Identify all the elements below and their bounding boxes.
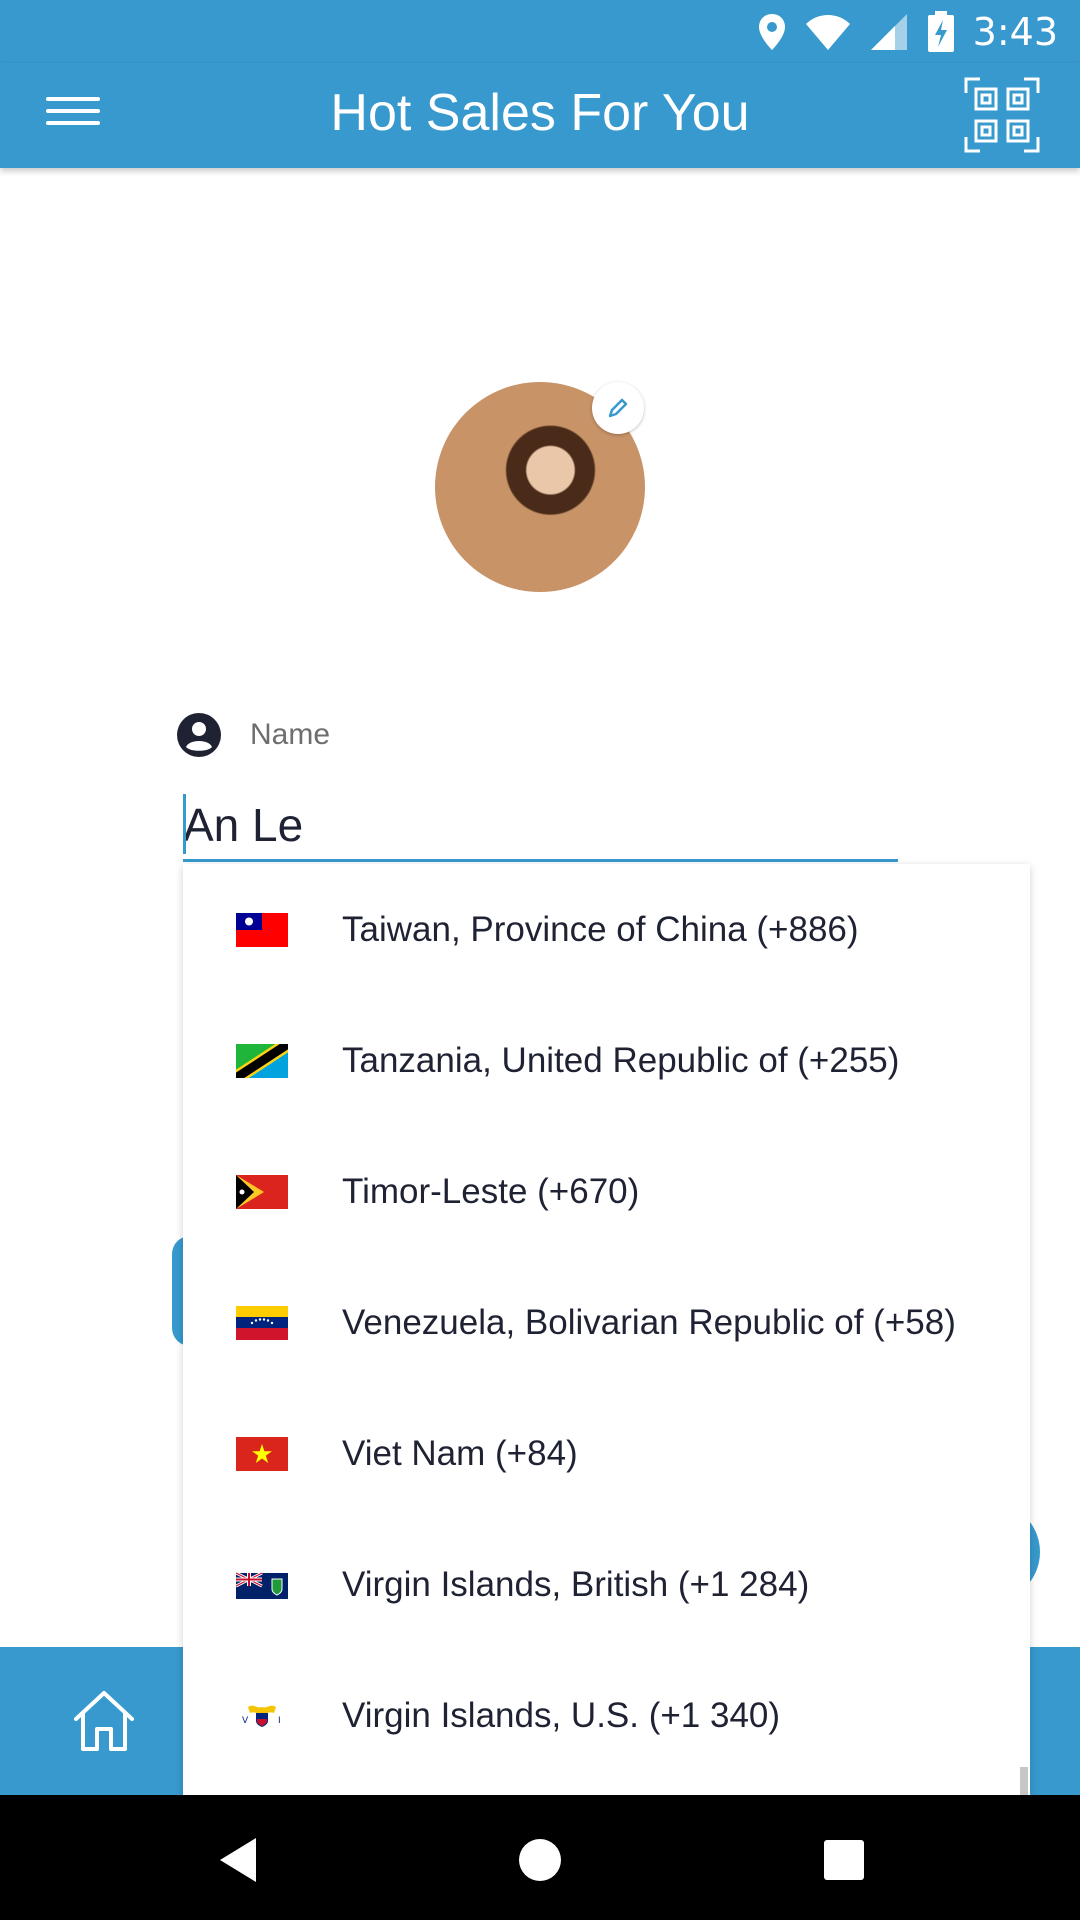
country-label: Tanzania, United Republic of (+255) [342, 1040, 900, 1080]
list-item[interactable]: V I Virgin Islands, U.S. (+1 340) [183, 1650, 1030, 1781]
us-virgin-islands-flag-icon: V I [236, 1698, 288, 1733]
battery-charging-icon [927, 11, 954, 52]
app-bar: Hot Sales For You [0, 63, 1080, 168]
list-item[interactable]: Viet Nam (+84) [183, 1388, 1030, 1519]
timor-leste-flag-icon [236, 1174, 288, 1209]
page-title: Hot Sales For You [330, 84, 750, 142]
text-cursor [183, 794, 186, 854]
country-label: Viet Nam (+84) [342, 1433, 578, 1473]
home-icon[interactable] [70, 1687, 138, 1755]
account-circle-icon [177, 713, 221, 757]
name-input[interactable] [183, 790, 898, 862]
status-time: 3:43 [972, 10, 1058, 54]
status-icons: 3:43 [757, 10, 1058, 54]
signal-icon [870, 14, 907, 50]
avatar-edit-button[interactable] [592, 382, 644, 434]
taiwan-flag-icon [236, 912, 288, 947]
country-label: Venezuela, Bolivarian Republic of (+58) [342, 1302, 956, 1342]
list-item[interactable]: Tanzania, United Republic of (+255) [183, 995, 1030, 1126]
list-item[interactable]: Taiwan, Province of China (+886) [183, 864, 1030, 995]
country-label: Virgin Islands, U.S. (+1 340) [342, 1695, 781, 1735]
status-bar: 3:43 [0, 0, 1080, 63]
recents-icon[interactable] [814, 1830, 874, 1890]
name-field-label-row: Name [176, 710, 330, 760]
name-label: Name [250, 718, 331, 751]
list-item[interactable]: Timor-Leste (+670) [183, 1126, 1030, 1257]
list-item[interactable]: Venezuela, Bolivarian Republic of (+58) [183, 1257, 1030, 1388]
venezuela-flag-icon [236, 1305, 288, 1340]
tanzania-flag-icon [236, 1043, 288, 1078]
country-label: Taiwan, Province of China (+886) [342, 909, 859, 949]
list-item[interactable]: Virgin Islands, British (+1 284) [183, 1519, 1030, 1650]
country-label: Timor-Leste (+670) [342, 1171, 640, 1211]
country-code-dropdown[interactable]: Taiwan, Province of China (+886) Tanzani… [183, 864, 1030, 1795]
pencil-icon [608, 398, 628, 418]
british-virgin-islands-flag-icon [236, 1568, 288, 1602]
back-icon[interactable] [208, 1830, 268, 1890]
vietnam-flag-icon [236, 1436, 288, 1471]
qr-code-icon[interactable] [964, 77, 1040, 153]
system-nav-bar [0, 1795, 1080, 1920]
wifi-icon [805, 15, 850, 50]
svg-text:I: I [278, 1716, 281, 1726]
svg-text:V: V [242, 1716, 249, 1726]
scrollbar[interactable] [1020, 1767, 1028, 1795]
location-icon [758, 14, 785, 50]
country-label: Virgin Islands, British (+1 284) [342, 1564, 810, 1604]
home-circle-icon[interactable] [510, 1830, 570, 1890]
